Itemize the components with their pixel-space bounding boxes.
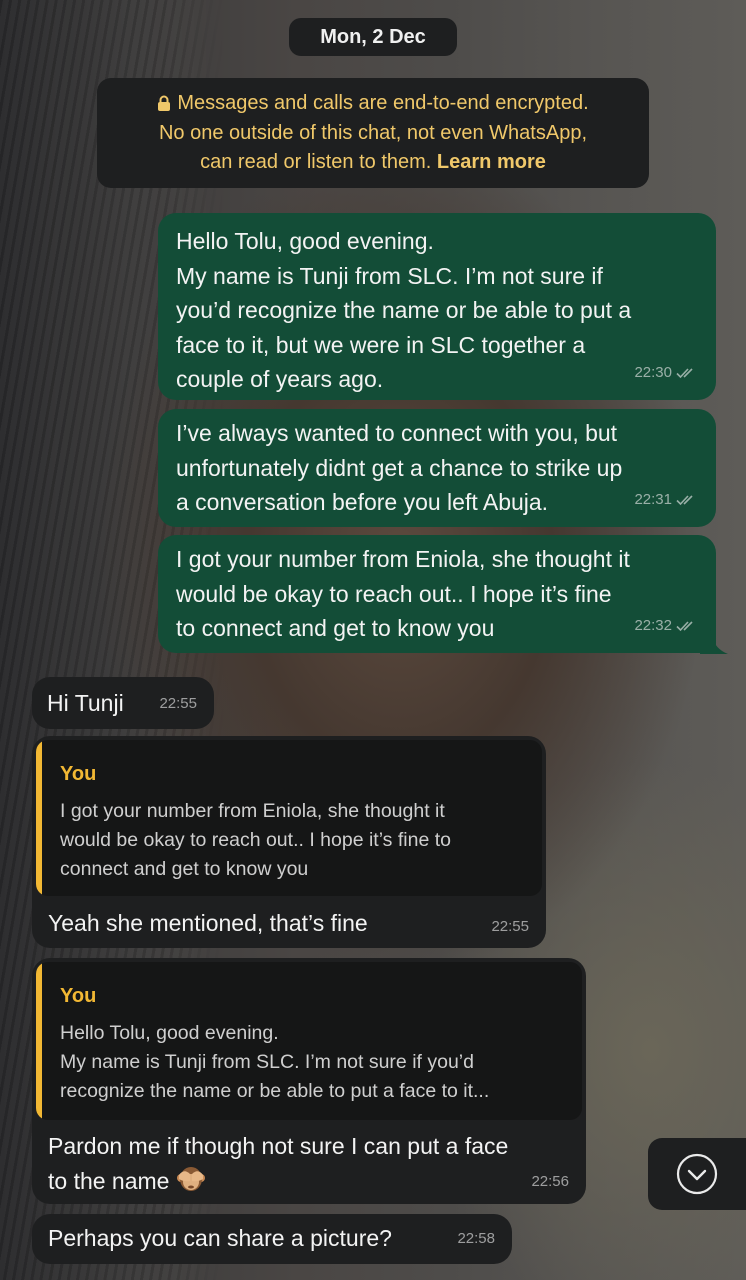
quote-text: Hello Tolu, good evening. My name is Tun… xyxy=(60,1022,490,1102)
encryption-notice[interactable]: Messages and calls are end-to-end encryp… xyxy=(97,78,649,188)
message-body: Pardon me if though not sure I can put a… xyxy=(48,1129,508,1198)
outgoing-message[interactable]: I got your number from Eniola, she thoug… xyxy=(158,535,716,653)
message-text: Yeah she mentioned, that’s fine xyxy=(48,910,368,936)
message-time: 22:58 xyxy=(457,1229,495,1247)
double-tick-icon xyxy=(676,621,693,631)
message-text: I got your number from Eniola, she thoug… xyxy=(176,546,630,641)
quoted-message[interactable]: You Hello Tolu, good evening. My name is… xyxy=(36,962,582,1120)
message-time: 22:55 xyxy=(159,694,197,712)
message-meta: 22:55 xyxy=(491,910,529,945)
message-time: 22:32 xyxy=(634,616,672,634)
bubble-tail xyxy=(700,628,728,654)
incoming-reply-message[interactable]: You I got your number from Eniola, she t… xyxy=(32,736,546,948)
message-text: Hello Tolu, good evening. My name is Tun… xyxy=(176,228,632,392)
outgoing-message[interactable]: I’ve always wanted to connect with you, … xyxy=(158,409,716,527)
scroll-to-bottom-button[interactable] xyxy=(648,1138,746,1210)
incoming-message[interactable]: Perhaps you can share a picture? 22:58 xyxy=(32,1214,512,1264)
message-meta: 22:55 xyxy=(159,687,197,722)
double-tick-icon xyxy=(676,368,693,378)
encryption-line-2: No one outside of this chat, not even Wh… xyxy=(158,121,588,144)
encryption-line-3: can read or listen to them. xyxy=(200,151,432,173)
message-meta: 22:30 xyxy=(634,356,698,391)
quote-accent-bar xyxy=(36,740,42,896)
encryption-line-1: Messages and calls are end-to-end encryp… xyxy=(177,92,589,114)
chevron-down-circle-icon xyxy=(676,1153,718,1195)
learn-more-link[interactable]: Learn more xyxy=(437,151,546,173)
message-meta: 22:32 xyxy=(634,609,698,644)
message-meta: 22:58 xyxy=(457,1222,495,1257)
message-text: Pardon me if though not sure I can put a… xyxy=(48,1133,509,1194)
lock-icon xyxy=(158,95,171,111)
quote-author: You xyxy=(60,763,97,785)
outgoing-message[interactable]: Hello Tolu, good evening. My name is Tun… xyxy=(158,213,716,400)
incoming-message[interactable]: Hi Tunji 22:55 xyxy=(32,677,214,729)
quote-author: You xyxy=(60,985,97,1007)
message-meta: 22:56 xyxy=(531,1165,569,1200)
message-time: 22:31 xyxy=(634,490,672,508)
message-text: Perhaps you can share a picture? xyxy=(48,1225,392,1251)
double-tick-icon xyxy=(676,495,693,505)
message-text: I’ve always wanted to connect with you, … xyxy=(176,420,623,515)
message-time: 22:55 xyxy=(491,917,529,935)
quote-text: I got your number from Eniola, she thoug… xyxy=(60,800,451,880)
see-no-evil-monkey-icon xyxy=(176,1166,205,1191)
incoming-reply-message[interactable]: You Hello Tolu, good evening. My name is… xyxy=(32,958,586,1204)
quoted-message[interactable]: You I got your number from Eniola, she t… xyxy=(36,740,542,896)
message-time: 22:30 xyxy=(634,363,672,381)
date-separator: Mon, 2 Dec xyxy=(289,18,457,56)
message-time: 22:56 xyxy=(531,1172,569,1190)
quote-accent-bar xyxy=(36,962,42,1120)
message-meta: 22:31 xyxy=(634,483,698,518)
